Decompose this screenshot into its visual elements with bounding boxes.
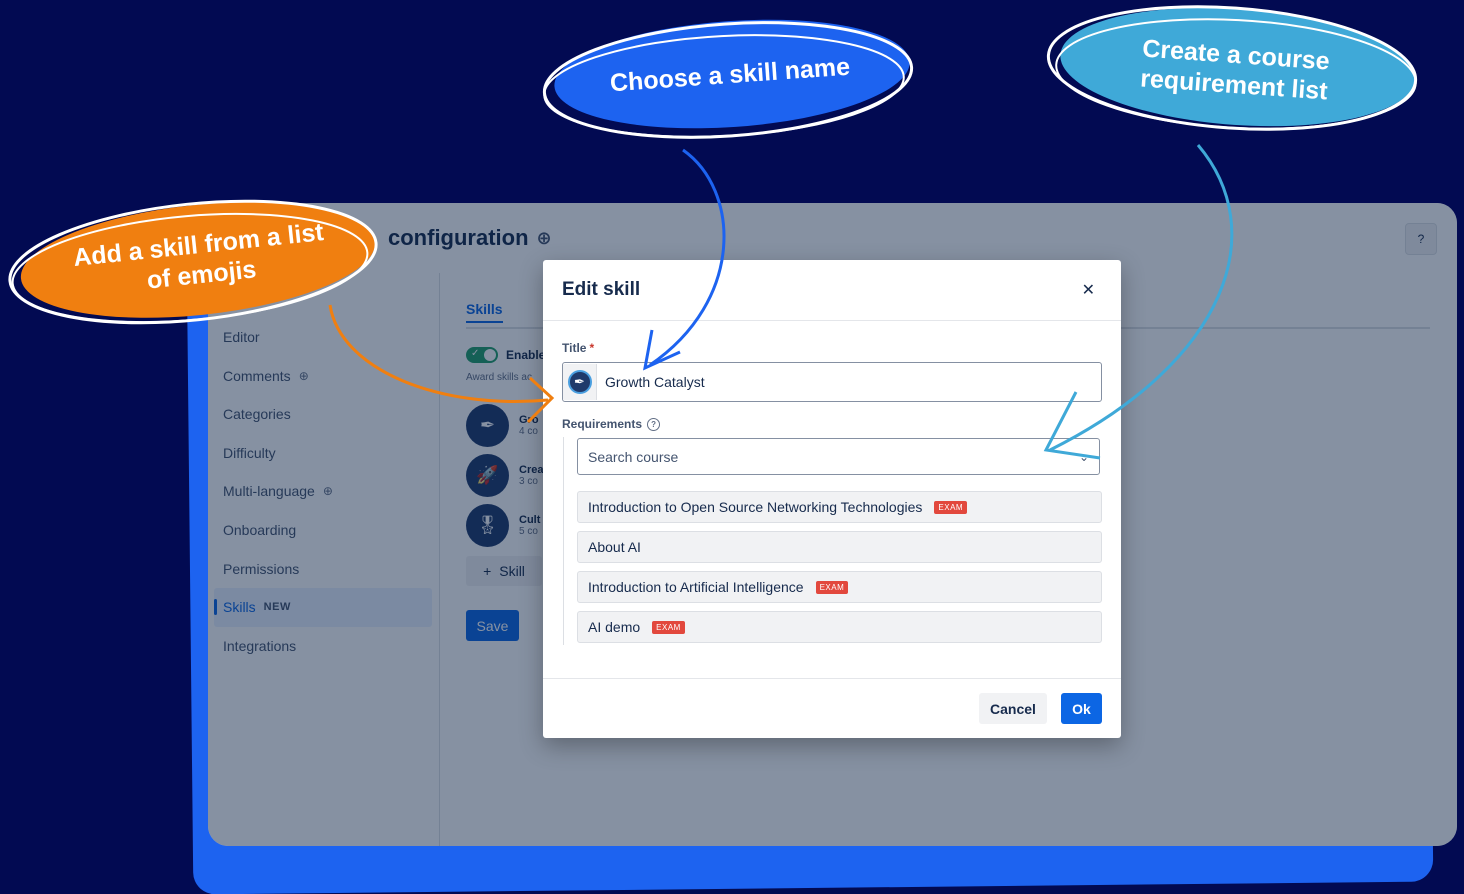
exam-badge: EXAM: [934, 500, 968, 514]
edit-skill-modal: Edit skill ✕ Title * ✒ Growth Catalyst Re…: [543, 260, 1121, 738]
search-course-select[interactable]: Search course ⌄: [577, 438, 1100, 475]
cancel-button[interactable]: Cancel: [979, 693, 1047, 724]
ok-button[interactable]: Ok: [1061, 693, 1102, 724]
search-placeholder: Search course: [588, 448, 679, 465]
course-name: Introduction to Artificial Intelligence: [588, 579, 804, 595]
fountain-pen-icon: ✒: [567, 370, 592, 394]
course-name: AI demo: [588, 619, 641, 635]
modal-title: Edit skill: [562, 279, 641, 300]
requirements-label: Requirements?: [562, 417, 661, 432]
requirements-rule: [563, 437, 564, 645]
modal-header: Edit skill ✕: [543, 260, 1121, 321]
chevron-down-icon[interactable]: ⌄: [1079, 450, 1089, 464]
title-field[interactable]: ✒ Growth Catalyst: [562, 362, 1102, 402]
course-item[interactable]: About AI: [577, 531, 1102, 563]
callout-text: Choose a skill name: [609, 52, 851, 98]
help-icon[interactable]: ?: [647, 418, 661, 432]
course-item[interactable]: Introduction to Open Source Networking T…: [577, 491, 1102, 523]
required-asterisk: *: [589, 341, 595, 355]
close-icon[interactable]: ✕: [1082, 280, 1095, 300]
course-item[interactable]: Introduction to Artificial Intelligence …: [577, 571, 1102, 603]
course-list-callout: Create a course requirement list: [1067, 14, 1402, 127]
emoji-picker-button[interactable]: ✒: [563, 364, 597, 400]
course-name: About AI: [588, 539, 641, 555]
course-name: Introduction to Open Source Networking T…: [588, 499, 923, 515]
modal-footer: [543, 678, 1121, 679]
exam-badge: EXAM: [815, 580, 849, 594]
title-label: Title *: [562, 341, 595, 355]
skill-name-callout: Choose a skill name: [568, 29, 892, 121]
title-value: Growth Catalyst: [605, 374, 705, 390]
exam-badge: EXAM: [652, 620, 685, 634]
course-item[interactable]: AI demo EXAM: [577, 611, 1102, 643]
